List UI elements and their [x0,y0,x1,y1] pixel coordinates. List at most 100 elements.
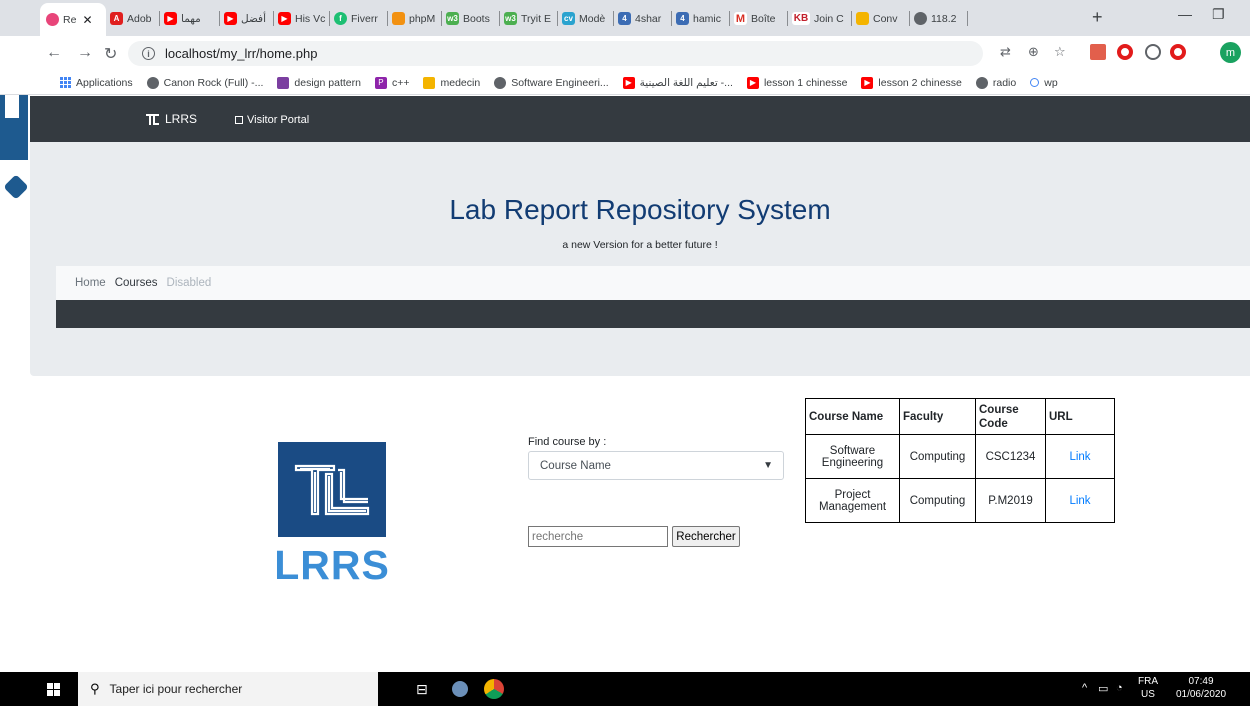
bookmark[interactable]: Software Engineeri... [494,76,609,89]
url-input[interactable]: i localhost/my_lrr/home.php [128,41,983,66]
youtube-icon: ▶ [746,76,759,89]
bookmarks-bar: Applications Canon Rock (Full) -... desi… [0,71,1250,95]
browser-tab-strip: Re ✕ A Adob ▶ مهما ▶ أفضل ▶ His Vc f Fiv… [0,0,1250,36]
page-subtitle: a new Version for a better future ! [562,239,718,251]
youtube-icon: ▶ [164,12,177,25]
desktop-chat-icon[interactable] [3,174,29,200]
youtube-icon: ▶ [224,12,237,25]
course-link[interactable]: Link [1069,451,1090,463]
avatar[interactable]: m [1220,42,1241,63]
tab[interactable]: 118.2 [914,5,968,32]
tab-label: phpM [409,12,436,25]
tab[interactable]: M Boîte [734,5,788,32]
course-link[interactable]: Link [1069,495,1090,507]
taskbar-clock[interactable]: 07:49 01/06/2020 [1170,675,1232,701]
language-indicator[interactable]: FRA US [1138,675,1158,701]
visitor-portal-label: Visitor Portal [247,114,310,126]
star-icon[interactable]: ☆ [1054,44,1066,60]
breadcrumb-home[interactable]: Home [75,277,106,289]
bookmark-label: Canon Rock (Full) -... [163,76,264,89]
reload-icon[interactable]: ↻ [104,44,117,64]
navbar-brand[interactable]: LRRS [146,112,197,126]
search-button[interactable]: Rechercher [672,526,740,547]
bookmark-label: Software Engineeri... [511,76,609,89]
search-input[interactable]: recherche [528,526,668,547]
tab[interactable]: 4 4shar [618,5,672,32]
bookmark-label: lesson 2 chinesse [878,76,962,89]
bookmark[interactable]: radio [975,76,1016,89]
globe-icon [975,76,988,89]
breadcrumb: Home Courses Disabled [56,266,1250,300]
table-header-row: Course Name Faculty Course Code URL [805,398,1115,435]
bookmark[interactable]: ▶ lesson 1 chinesse [746,76,847,89]
tab[interactable]: ▶ His Vc [278,5,330,32]
globe-icon [914,12,927,25]
restore-icon[interactable]: ❐ [1212,6,1225,23]
tab-active[interactable]: Re ✕ [40,3,106,36]
tab-label: 4shar [635,12,662,25]
opera-extension-icon[interactable] [1117,44,1133,60]
tab[interactable]: w3 Tryit E [504,5,558,32]
tab[interactable]: w3 Boots [446,5,500,32]
course-filter-select[interactable]: Course Name ▼ [528,451,784,480]
bookmark[interactable]: wp [1030,77,1058,89]
opera-vpn-icon[interactable] [1170,44,1186,60]
tab[interactable]: ▶ أفضل [224,5,274,32]
search-placeholder: recherche [532,530,584,543]
close-icon[interactable]: ✕ [82,13,92,27]
bookmark[interactable]: ▶ lesson 2 chinesse [861,76,962,89]
bookmark-label: Applications [76,76,133,89]
find-course-label: Find course by : [528,436,607,448]
wifi-icon[interactable]: ◔ [1116,682,1123,694]
minimize-icon[interactable]: — [1178,6,1192,22]
task-view-icon[interactable]: ⊟ [416,681,432,697]
w3schools-icon: w3 [446,12,459,25]
battery-icon[interactable]: ▭ [1098,682,1108,695]
visitor-portal-link[interactable]: Visitor Portal [235,114,309,126]
translate-icon[interactable]: ⇄ [1000,44,1011,60]
4shared-icon: 4 [676,12,689,25]
info-icon[interactable]: i [142,47,155,60]
url-cell: Link [1045,478,1115,523]
windows-taskbar: ⚲ Taper ici pour rechercher ⊟ ^ ▭ ◔ FRA … [0,672,1250,706]
secondary-navbar [56,300,1250,328]
forward-arrow-icon[interactable]: → [77,44,93,62]
chevron-up-icon[interactable]: ^ [1082,682,1087,694]
tab[interactable]: phpM [392,5,442,32]
tab-label: مهما [181,12,201,25]
tab-label: 118.2 [931,12,957,25]
tab-label: Tryit E [521,12,551,25]
p-icon: P [374,76,387,89]
courses-table: Course Name Faculty Course Code URL Soft… [805,398,1115,523]
bookmark[interactable]: ▶ تعليم اللغة الصينية -... [622,76,733,89]
chrome-icon[interactable] [484,679,504,699]
tab[interactable]: f Fiverr [334,5,388,32]
url-text: localhost/my_lrr/home.php [165,46,318,61]
paint-icon[interactable] [452,681,468,697]
tab[interactable]: Conv [856,5,910,32]
faculty-cell: Computing [899,478,976,523]
bookmark[interactable]: medecin [423,76,480,89]
bookmark[interactable]: P c++ [374,76,409,89]
windows-start-icon[interactable] [47,683,60,696]
globe-icon [146,76,159,89]
tab[interactable]: 4 hamic [676,5,730,32]
tab[interactable]: A Adob [110,5,160,32]
bookmark-applications[interactable]: Applications [60,77,133,89]
tab[interactable]: cv Modè [562,5,614,32]
new-tab-button[interactable]: + [1092,7,1103,28]
bookmark[interactable]: Canon Rock (Full) -... [146,76,264,89]
back-arrow-icon[interactable]: ← [46,44,62,62]
pdf-extension-icon[interactable] [1090,44,1106,60]
zoom-icon[interactable]: ⊕ [1028,44,1039,60]
bookmark[interactable]: design pattern [277,76,361,89]
cv-icon: cv [562,12,575,25]
tab-label: hamic [693,12,722,25]
url-cell: Link [1045,434,1115,479]
taskbar-search-input[interactable]: ⚲ Taper ici pour rechercher [78,672,378,706]
tab[interactable]: KB Join C [792,5,852,32]
breadcrumb-courses[interactable]: Courses [115,277,158,289]
tab[interactable]: ▶ مهما [164,5,220,32]
lrrs-logo-icon [146,113,159,125]
block-extension-icon[interactable] [1145,44,1161,60]
